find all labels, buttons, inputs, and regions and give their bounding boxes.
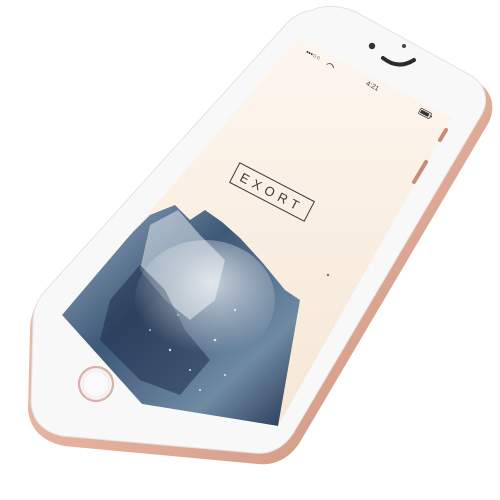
phone-mockup: •••○○ 4:21 EXORT <box>28 5 493 465</box>
proximity-sensor <box>402 44 406 48</box>
microphone-hole <box>326 273 330 277</box>
home-button[interactable] <box>77 365 115 403</box>
home-button-icon <box>82 370 110 398</box>
camera-icon <box>368 42 376 50</box>
